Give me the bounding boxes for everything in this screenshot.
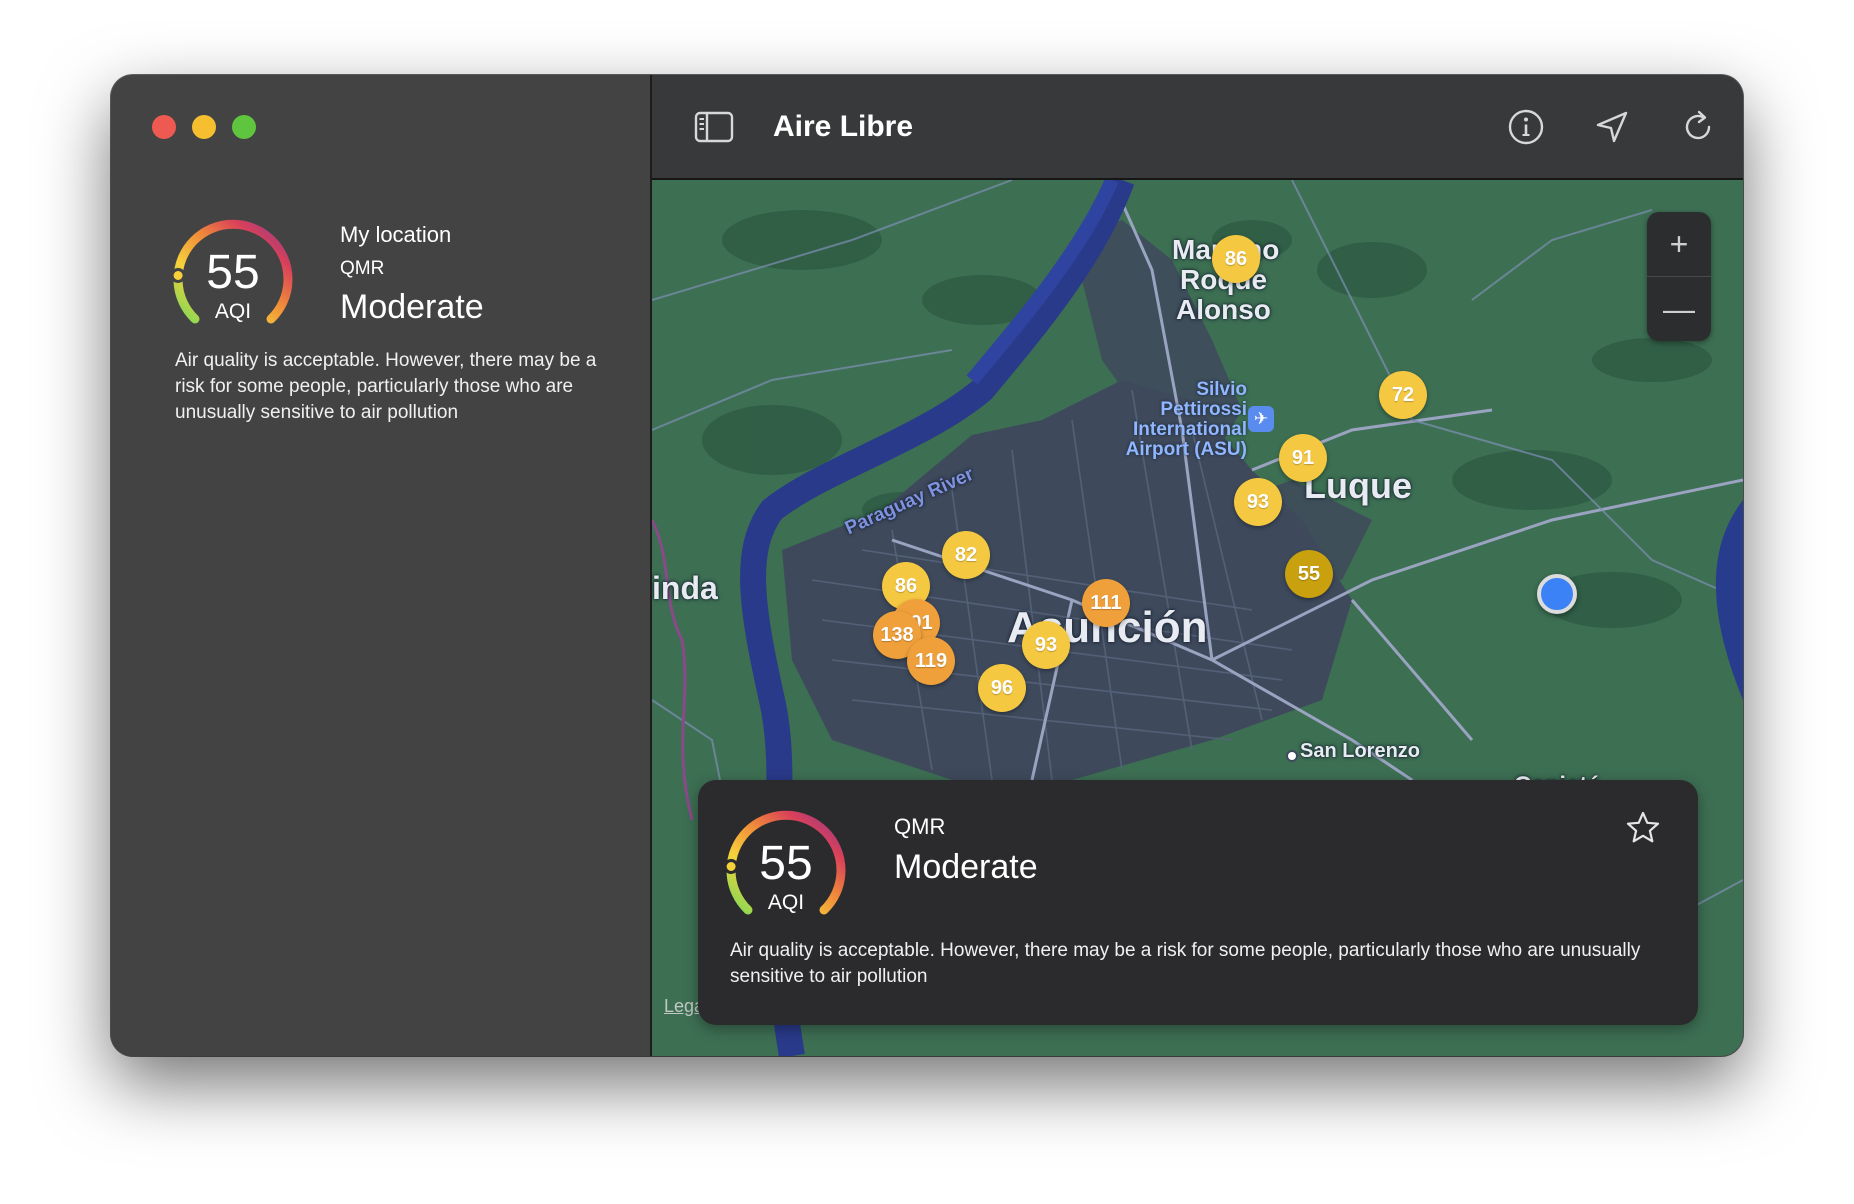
minimize-window-button[interactable]	[192, 115, 216, 139]
zoom-in-button[interactable]: +	[1647, 212, 1711, 276]
zoom-out-button[interactable]: —	[1647, 277, 1711, 341]
sidebar: 55 AQI My location QMR Moderate Air qual…	[111, 75, 652, 1056]
location-arrow-icon[interactable]	[1590, 105, 1634, 149]
sidebar-toggle-icon[interactable]	[692, 105, 736, 149]
station-detail-card: 55 AQI QMR Moderate Air quality is accep…	[698, 780, 1698, 1025]
user-location-dot	[1537, 574, 1577, 614]
card-aqi-value: 55	[759, 837, 813, 890]
app-window: 55 AQI My location QMR Moderate Air qual…	[111, 75, 1743, 1056]
map-label-alonso: Alonso	[1176, 294, 1271, 325]
aqi-value: 55	[206, 246, 260, 299]
map-label-san-lorenzo: San Lorenzo	[1300, 740, 1421, 762]
aqi-marker-selected[interactable]: 55	[1285, 550, 1333, 598]
window-controls	[152, 115, 256, 139]
location-label: My location	[340, 222, 452, 247]
zoom-control: + —	[1647, 212, 1711, 341]
aqi-marker[interactable]: 91	[1279, 434, 1327, 482]
aqi-gauge: 55 AQI	[173, 219, 293, 339]
toolbar: Aire Libre	[652, 75, 1743, 180]
san-lorenzo-dot	[1286, 750, 1298, 762]
aqi-marker[interactable]: 96	[978, 664, 1026, 712]
card-station-name: QMR	[894, 814, 946, 839]
close-window-button[interactable]	[152, 115, 176, 139]
aqi-marker[interactable]: 93	[1234, 478, 1282, 526]
card-aqi-description: Air quality is acceptable. However, ther…	[730, 940, 1641, 987]
refresh-icon[interactable]	[1676, 105, 1720, 149]
aqi-marker[interactable]: 119	[907, 637, 955, 685]
airport-icon: ✈	[1248, 406, 1274, 432]
station-name: QMR	[340, 258, 385, 279]
info-icon[interactable]	[1504, 105, 1548, 149]
map-label-limpio: inda	[652, 570, 718, 606]
main-area: Aire Libre Alonso Silvio Pettirossi Inte…	[652, 75, 1743, 1056]
aqi-marker[interactable]: 93	[1022, 621, 1070, 669]
aqi-description: Air quality is acceptable. However, ther…	[175, 350, 597, 423]
card-aqi-unit: AQI	[767, 891, 805, 914]
aqi-marker[interactable]: 72	[1379, 371, 1427, 419]
aqi-category: Moderate	[340, 288, 484, 326]
card-aqi-category: Moderate	[894, 848, 1038, 886]
aqi-marker[interactable]: 111	[1082, 579, 1130, 627]
zoom-window-button[interactable]	[232, 115, 256, 139]
map-label-airport: Silvio Pettirossi International Airport …	[1125, 379, 1247, 460]
star-icon[interactable]	[1623, 808, 1663, 848]
card-aqi-gauge: 55 AQI	[726, 810, 846, 930]
aqi-unit: AQI	[214, 300, 252, 323]
window-title: Aire Libre	[773, 110, 914, 143]
aqi-marker[interactable]: 82	[942, 531, 990, 579]
aqi-marker[interactable]: 86	[1212, 235, 1260, 283]
